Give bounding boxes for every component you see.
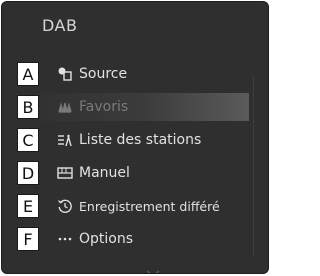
menu-item-label: Favoris (79, 99, 129, 115)
callout-label-a: A (17, 62, 39, 86)
favorites-icon (57, 99, 73, 115)
panel-divider (253, 76, 254, 256)
dab-menu-panel: DAB A Source B Favoris C Liste des stati… (1, 1, 269, 274)
menu-item-station-list[interactable]: C Liste des stations (17, 126, 249, 154)
callout-label-c: C (17, 128, 39, 152)
callout-label-b: B (17, 95, 39, 119)
manual-tuning-icon (57, 165, 73, 181)
source-icon (57, 66, 73, 82)
more-options-icon (57, 231, 73, 247)
menu-item-manual[interactable]: D Manuel (17, 159, 249, 187)
callout-label-d: D (17, 161, 39, 185)
menu-item-time-shift[interactable]: E Enregistrement différé (17, 192, 249, 220)
callout-label-e: E (17, 194, 39, 218)
callout-label-f: F (17, 227, 39, 251)
menu-item-label: Options (79, 231, 134, 247)
menu-item-label: Liste des stations (79, 132, 202, 148)
menu-item-label: Enregistrement différé (79, 198, 220, 214)
station-list-icon (57, 132, 73, 148)
menu-item-label: Source (79, 66, 128, 82)
menu-item-label: Manuel (79, 165, 130, 181)
menu-item-favorites[interactable]: B Favoris (17, 93, 249, 121)
scroll-down-chevron-icon[interactable] (146, 263, 160, 273)
menu-item-source[interactable]: A Source (17, 60, 249, 88)
time-shift-icon (57, 198, 73, 214)
menu-item-options[interactable]: F Options (17, 225, 249, 253)
screen-title: DAB (42, 16, 78, 35)
